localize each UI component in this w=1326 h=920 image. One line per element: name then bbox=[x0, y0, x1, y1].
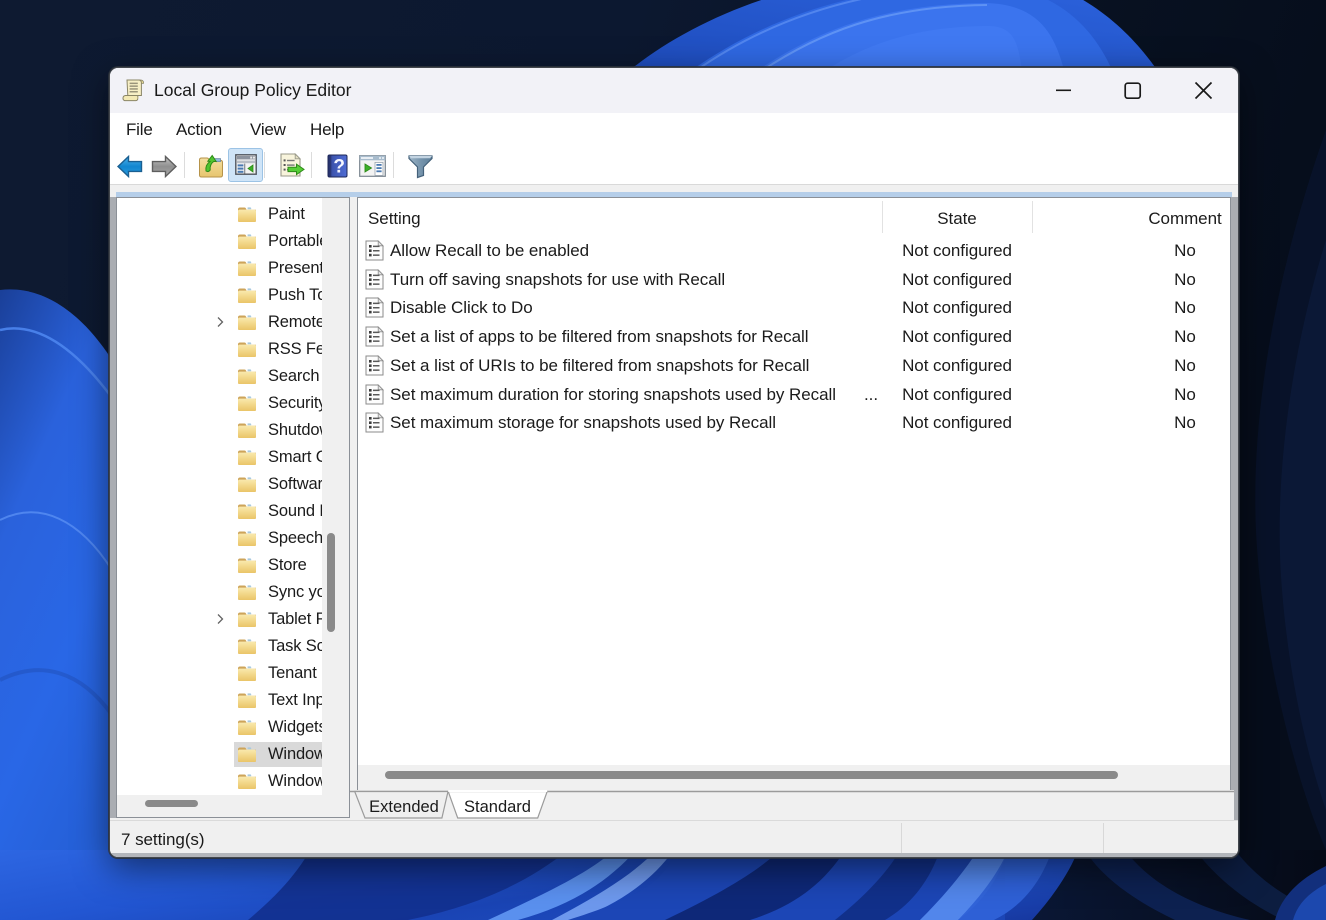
svg-text:Extended: Extended bbox=[369, 798, 439, 816]
svg-text:?: ? bbox=[333, 157, 345, 178]
svg-text:Standard: Standard bbox=[464, 798, 531, 816]
